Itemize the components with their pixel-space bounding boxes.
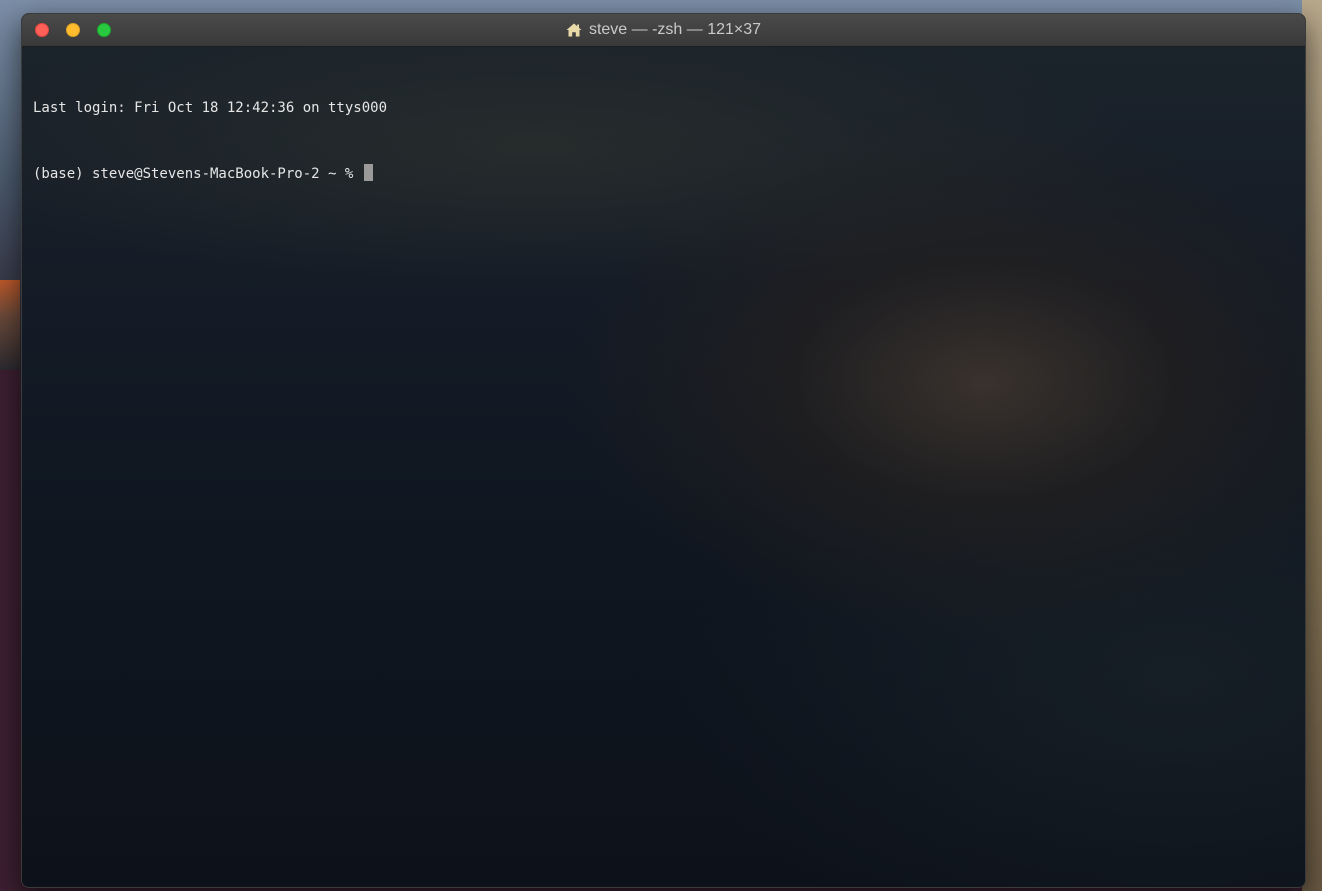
terminal-prompt-line[interactable]: (base) steve@Stevens-MacBook-Pro-2 ~ % <box>33 163 387 185</box>
background-window-edge <box>0 370 20 891</box>
terminal-line-last-login: Last login: Fri Oct 18 12:42:36 on ttys0… <box>33 100 388 116</box>
home-icon <box>566 23 582 37</box>
terminal-content[interactable]: Last login: Fri Oct 18 12:42:36 on ttys0… <box>22 47 1305 887</box>
terminal-window[interactable]: steve — -zsh — 121×37 Last login: Fri Oc… <box>21 13 1306 888</box>
shell-prompt: (base) steve@Stevens-MacBook-Pro-2 ~ % <box>33 166 362 182</box>
desktop-wallpaper-edge <box>0 280 20 370</box>
window-title-text: steve — -zsh — 121×37 <box>588 21 762 38</box>
terminal-output: Last login: Fri Oct 18 12:42:36 on ttys0… <box>33 53 387 229</box>
window-titlebar[interactable]: steve — -zsh — 121×37 <box>22 14 1305 47</box>
text-cursor <box>363 164 373 181</box>
window-title: steve — -zsh — 121×37 <box>22 14 1305 46</box>
